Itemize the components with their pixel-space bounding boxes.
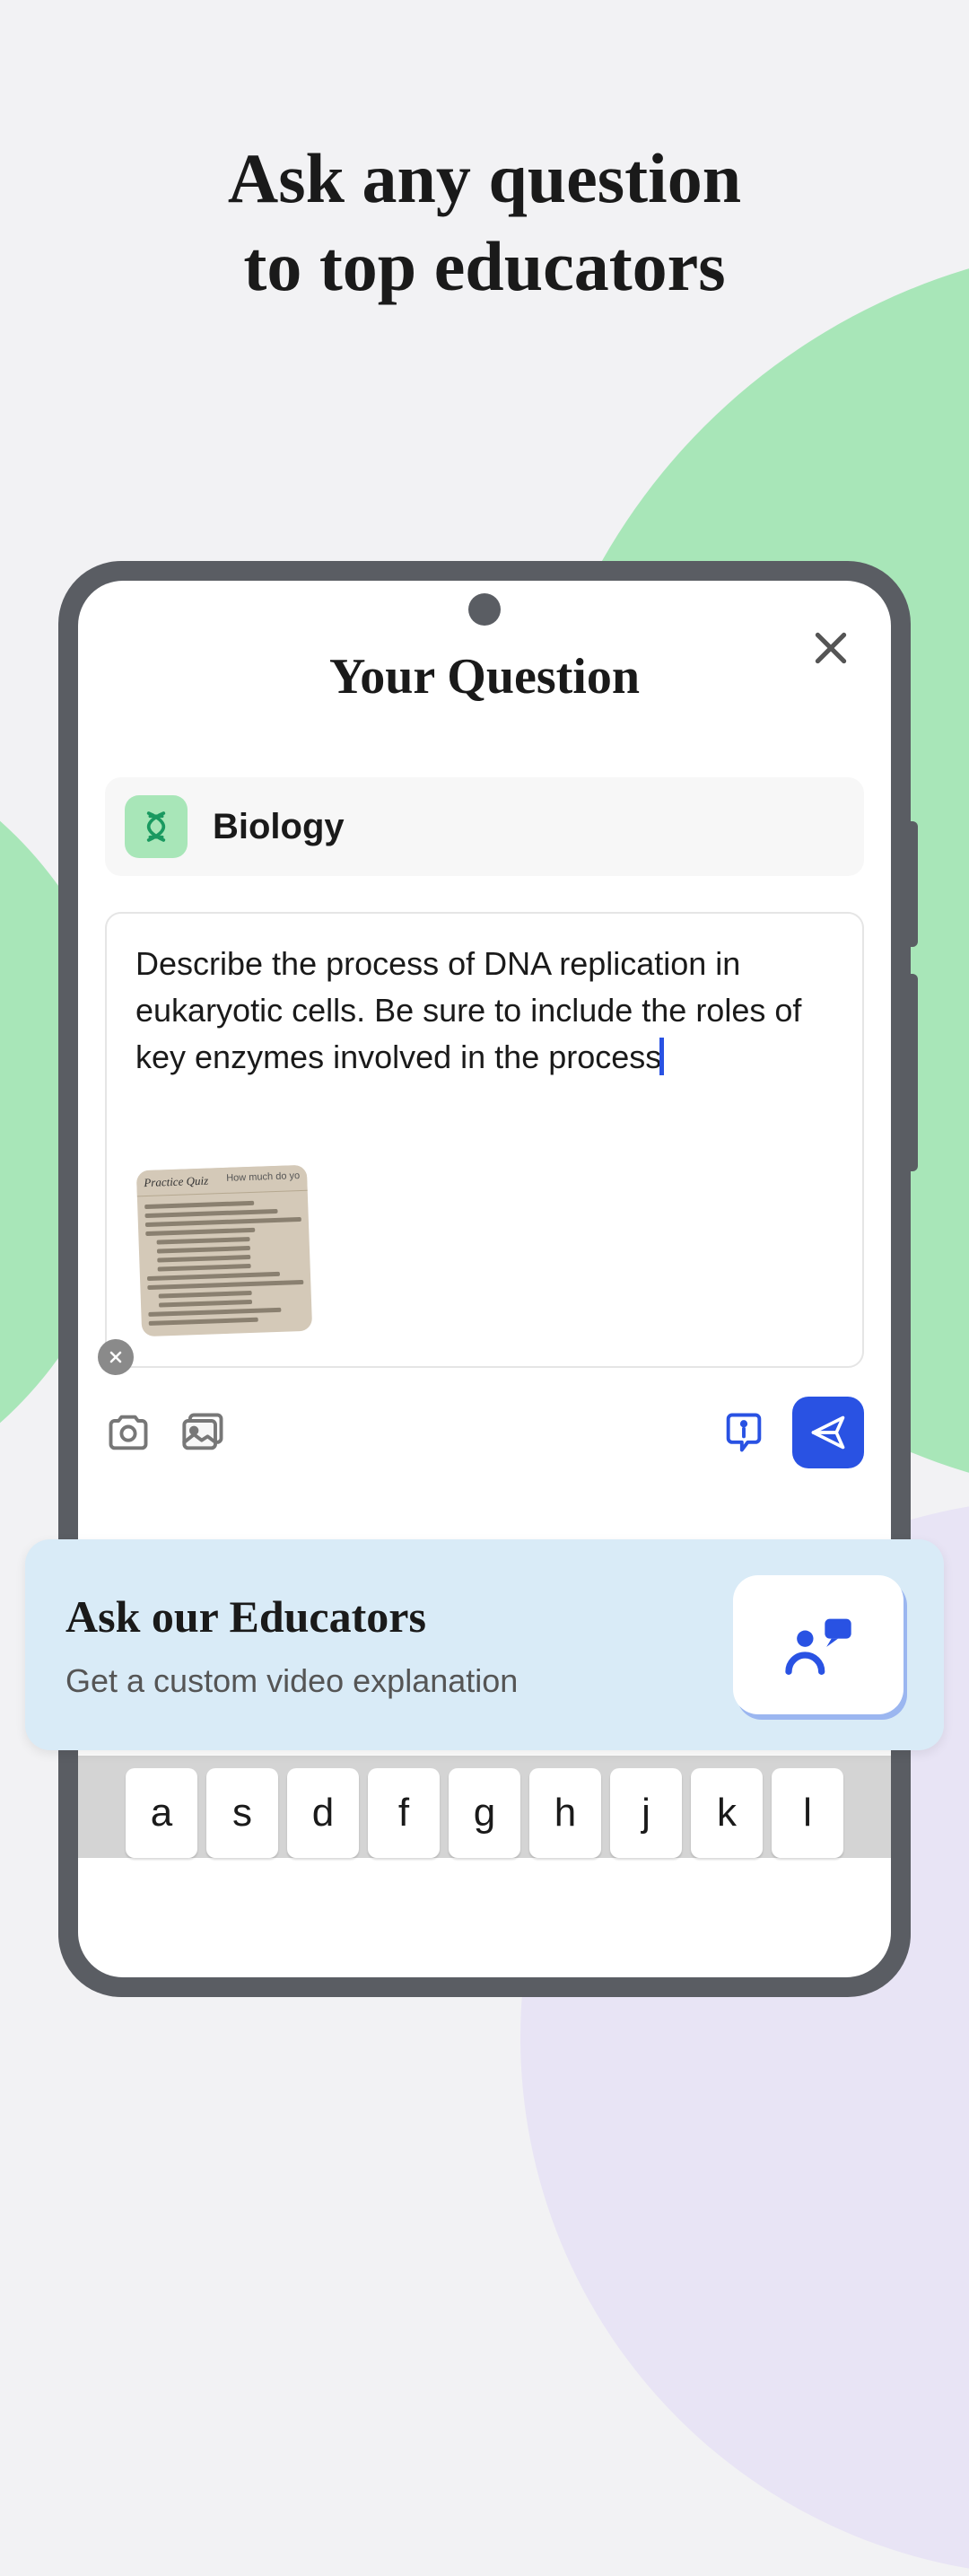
educator-card-subtitle: Get a custom video explanation [65, 1662, 733, 1700]
subject-name: Biology [213, 807, 345, 847]
headline-line-1: Ask any question [0, 135, 969, 223]
page-title: Your Question [78, 648, 891, 705]
phone-side-button [909, 974, 918, 1171]
close-icon [107, 1348, 125, 1366]
key-h[interactable]: h [529, 1768, 601, 1858]
info-button[interactable] [720, 1409, 767, 1456]
educator-card-title: Ask our Educators [65, 1590, 733, 1643]
key-a[interactable]: a [126, 1768, 197, 1858]
attachment-prompt: How much do yo [226, 1170, 300, 1187]
phone-side-button [909, 821, 918, 947]
subject-selector[interactable]: Biology [105, 777, 864, 876]
key-l[interactable]: l [772, 1768, 843, 1858]
remove-attachment-button[interactable] [98, 1339, 134, 1375]
toolbar-right [720, 1397, 864, 1468]
keyboard-row: a s d f g h j k l [78, 1756, 891, 1858]
send-icon [808, 1413, 848, 1452]
key-s[interactable]: s [206, 1768, 278, 1858]
educator-chat-icon [779, 1606, 858, 1685]
info-chat-icon [720, 1409, 767, 1456]
ask-educators-card[interactable]: Ask our Educators Get a custom video exp… [25, 1539, 944, 1750]
toolbar-left [105, 1409, 227, 1456]
close-icon [808, 626, 853, 670]
marketing-headline: Ask any question to top educators [0, 135, 969, 310]
text-cursor [659, 1038, 664, 1075]
headline-line-2: to top educators [0, 223, 969, 311]
close-button[interactable] [808, 626, 853, 670]
key-g[interactable]: g [449, 1768, 520, 1858]
attachment-title: Practice Quiz [144, 1174, 208, 1190]
question-text-content: Describe the process of DNA replication … [135, 945, 801, 1075]
educator-icon-box [733, 1575, 904, 1714]
educator-card-text: Ask our Educators Get a custom video exp… [65, 1590, 733, 1700]
key-j[interactable]: j [610, 1768, 682, 1858]
camera-icon [105, 1409, 152, 1456]
gallery-button[interactable] [180, 1409, 227, 1456]
phone-camera-dot [468, 593, 501, 626]
biology-icon [125, 795, 188, 858]
key-d[interactable]: d [287, 1768, 359, 1858]
key-k[interactable]: k [691, 1768, 763, 1858]
attachment-thumbnail[interactable]: Practice Quiz How much do yo [136, 1165, 312, 1337]
camera-button[interactable] [105, 1409, 152, 1456]
attachment-preview-lines [137, 1191, 312, 1335]
key-f[interactable]: f [368, 1768, 440, 1858]
send-button[interactable] [792, 1397, 864, 1468]
toolbar [105, 1397, 864, 1468]
question-input[interactable]: Describe the process of DNA replication … [105, 912, 864, 1368]
gallery-icon [180, 1409, 227, 1456]
